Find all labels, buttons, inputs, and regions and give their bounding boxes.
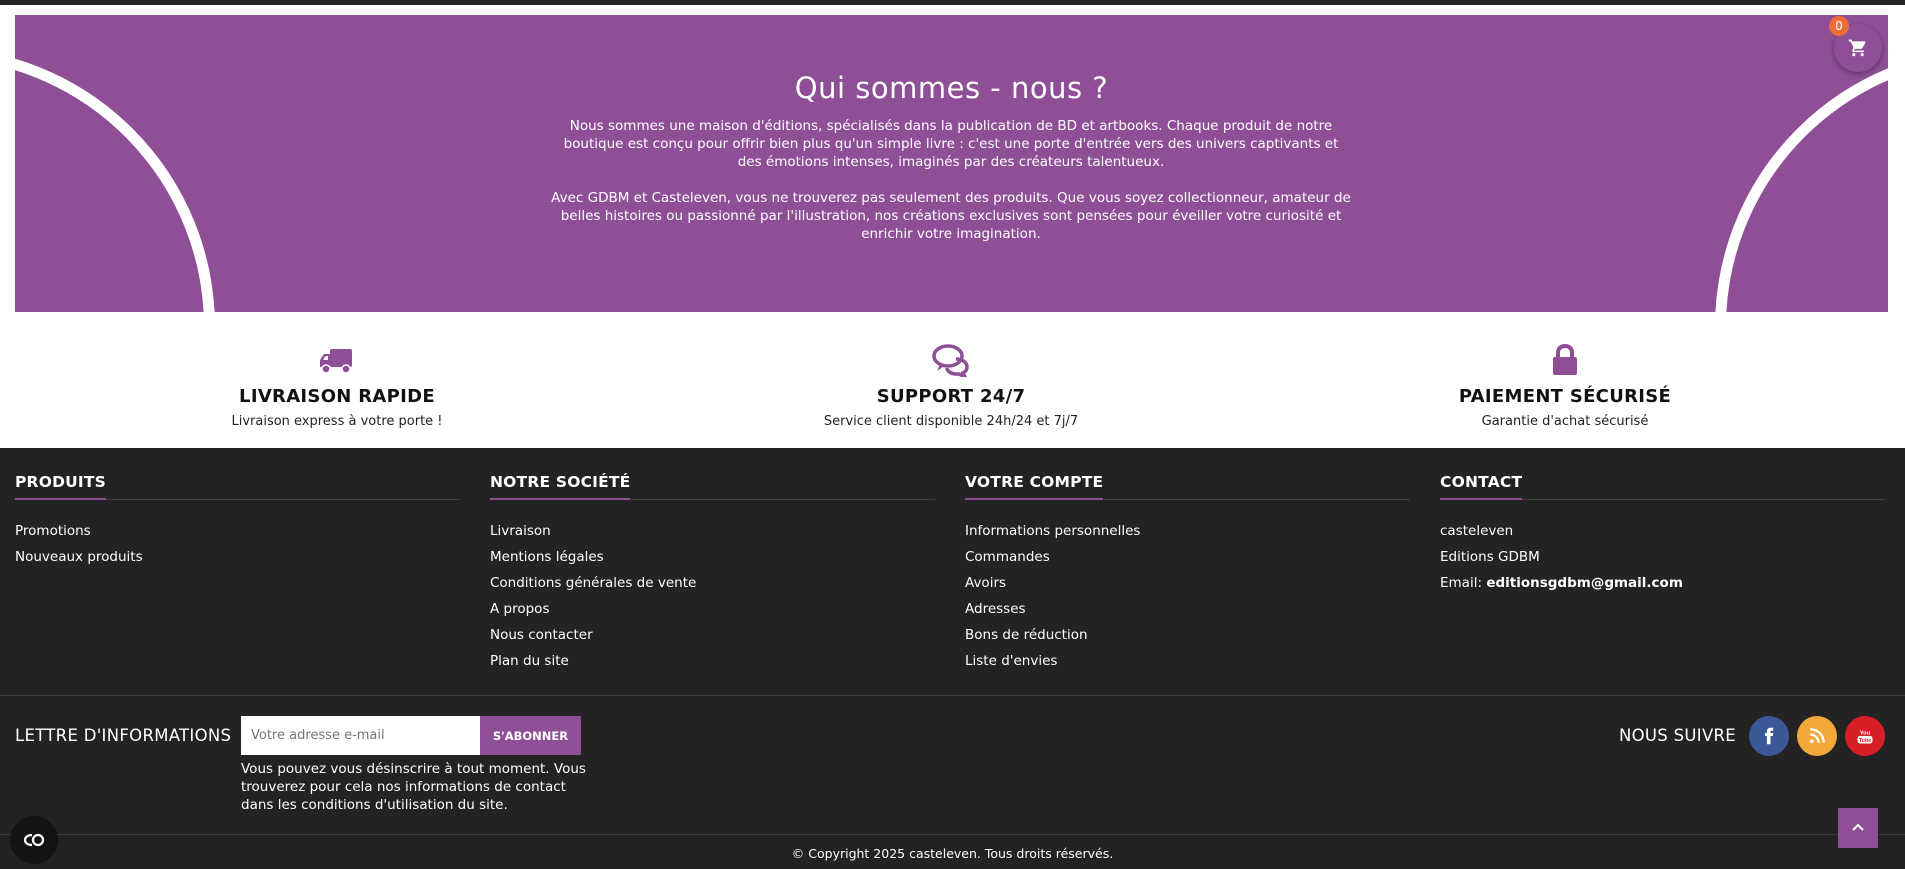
cart-count-badge: 0: [1829, 16, 1849, 36]
rss-icon: [1809, 728, 1825, 744]
about-hero: Qui sommes - nous ? Nous sommes une mais…: [15, 15, 1888, 312]
hero-paragraph-1: Nous sommes une maison d'éditions, spéci…: [563, 118, 1339, 170]
footer-divider: [0, 834, 1905, 835]
newsletter-label: LETTRE D'INFORMATIONS: [15, 726, 232, 745]
feature-title: PAIEMENT SÉCURISÉ: [1458, 386, 1672, 407]
contact-email-label: Email:: [1440, 575, 1483, 591]
feature-title: SUPPORT 24/7: [876, 386, 1026, 407]
feature-description: Garantie d'achat sécurisé: [1481, 414, 1649, 429]
site-footer: PRODUITS Promotions Nouveaux produits NO…: [0, 448, 1905, 869]
svg-text:Tube: Tube: [1859, 738, 1872, 744]
shopping-cart-icon: [1848, 39, 1866, 57]
contact-email-line: Email: editionsgdbm@gmail.com: [1440, 570, 1885, 596]
contact-email-link[interactable]: editionsgdbm@gmail.com: [1486, 575, 1683, 591]
back-to-top-button[interactable]: [1838, 808, 1878, 848]
footer-link-orders[interactable]: Commandes: [965, 544, 1410, 570]
footer-link-delivery[interactable]: Livraison: [490, 518, 935, 544]
copyright-text: © Copyright 2025 casteleven. Tous droits…: [791, 846, 1114, 861]
youtube-icon: You Tube: [1857, 730, 1873, 744]
feature-description: Livraison express à votre porte !: [231, 414, 443, 429]
footer-link-about[interactable]: A propos: [490, 596, 935, 622]
footer-column-contact: CONTACT casteleven Editions GDBM Email: …: [1440, 473, 1885, 596]
lock-icon: [1553, 343, 1577, 375]
footer-link-terms[interactable]: Conditions générales de vente: [490, 570, 935, 596]
top-bar: [0, 0, 1905, 5]
contact-company-name: Editions GDBM: [1440, 549, 1540, 565]
feature-fast-delivery: LIVRAISON RAPIDE Livraison express à vot…: [127, 343, 547, 429]
truck-icon: [320, 349, 352, 374]
footer-link-contact-us[interactable]: Nous contacter: [490, 622, 935, 648]
footer-link-legal[interactable]: Mentions légales: [490, 544, 935, 570]
feature-secure-payment: PAIEMENT SÉCURISÉ Garantie d'achat sécur…: [1355, 343, 1775, 429]
svg-text:You: You: [1860, 730, 1871, 736]
footer-column-title: VOTRE COMPTE: [965, 473, 1104, 500]
follow-us-label: NOUS SUIVRE: [1619, 726, 1737, 745]
footer-column-title: PRODUITS: [15, 473, 107, 500]
newsletter-email-input[interactable]: [241, 716, 480, 755]
cookie-consent-icon: [23, 833, 45, 847]
newsletter-note: Vous pouvez vous désinscrire à tout mome…: [241, 761, 586, 813]
facebook-link[interactable]: [1749, 716, 1789, 756]
footer-link-sitemap[interactable]: Plan du site: [490, 648, 935, 674]
footer-column-title: NOTRE SOCIÉTÉ: [490, 473, 631, 500]
footer-column-company: NOTRE SOCIÉTÉ Livraison Mentions légales…: [490, 473, 935, 674]
hero-paragraph-2: Avec GDBM et Casteleven, vous ne trouver…: [551, 190, 1351, 242]
facebook-icon: [1765, 727, 1774, 745]
footer-link-addresses[interactable]: Adresses: [965, 596, 1410, 622]
footer-link-credit-slips[interactable]: Avoirs: [965, 570, 1410, 596]
cookie-settings-button[interactable]: [10, 816, 58, 864]
newsletter-subscribe-button[interactable]: S'ABONNER: [480, 716, 581, 755]
contact-store-name: casteleven: [1440, 523, 1514, 539]
feature-title: LIVRAISON RAPIDE: [239, 386, 435, 407]
footer-column-products: PRODUITS Promotions Nouveaux produits: [15, 473, 460, 570]
footer-link-vouchers[interactable]: Bons de réduction: [965, 622, 1410, 648]
footer-link-personal-info[interactable]: Informations personnelles: [965, 518, 1410, 544]
footer-link-new-products[interactable]: Nouveaux produits: [15, 544, 460, 570]
footer-column-account: VOTRE COMPTE Informations personnelles C…: [965, 473, 1410, 674]
footer-column-title: CONTACT: [1440, 473, 1523, 500]
footer-link-promotions[interactable]: Promotions: [15, 518, 460, 544]
feature-description: Service client disponible 24h/24 et 7j/7: [823, 414, 1079, 429]
feature-support: SUPPORT 24/7 Service client disponible 2…: [741, 343, 1161, 429]
chevron-up-icon: [1852, 823, 1864, 831]
rss-link[interactable]: [1797, 716, 1837, 756]
footer-link-wishlist[interactable]: Liste d'envies: [965, 648, 1410, 674]
youtube-link[interactable]: You Tube: [1845, 716, 1885, 756]
footer-divider: [0, 695, 1905, 696]
hero-title: Qui sommes - nous ?: [794, 71, 1109, 105]
chat-bubbles-icon: [932, 344, 969, 377]
